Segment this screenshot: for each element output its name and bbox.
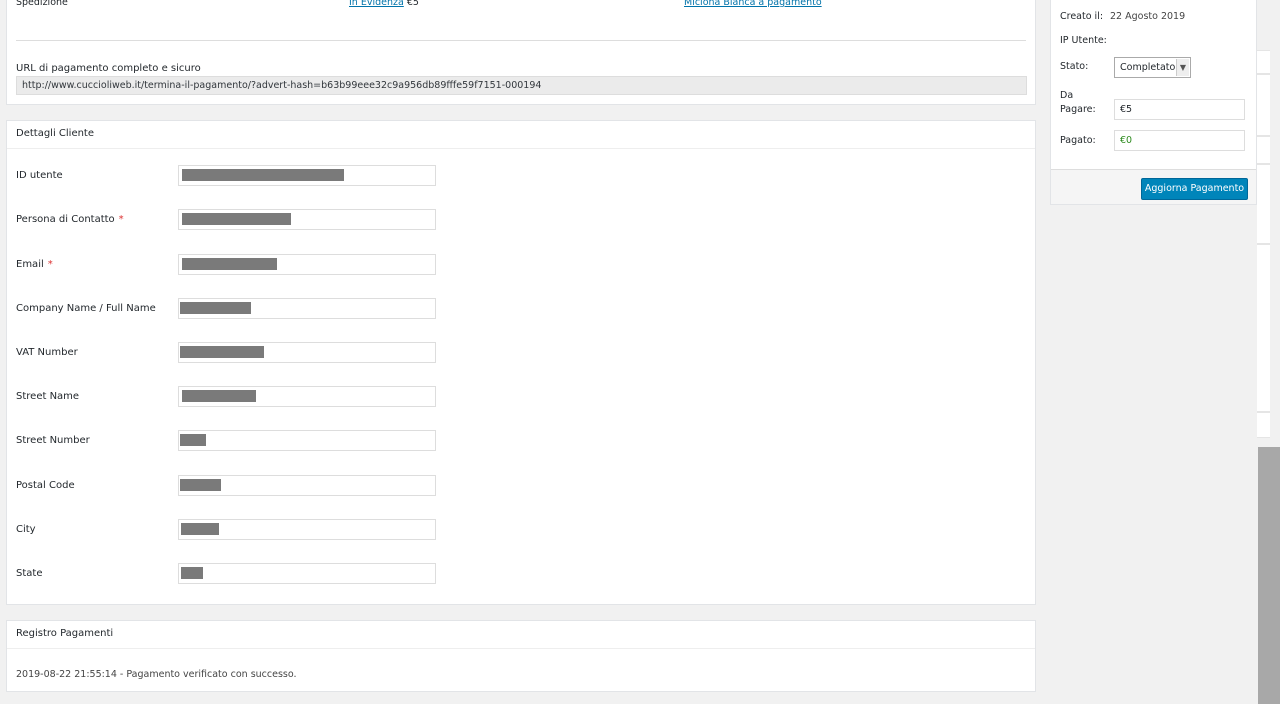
- redacted-value: [182, 169, 344, 181]
- required-mark: *: [118, 214, 124, 225]
- field-label: VAT Number: [16, 347, 78, 358]
- redacted-value: [181, 567, 203, 579]
- user-id-input[interactable]: [178, 165, 436, 186]
- ip-label: IP Utente:: [1060, 35, 1107, 46]
- redacted-value: [182, 390, 256, 402]
- redacted-value: [180, 302, 251, 314]
- field-row-vat-number: VAT Number: [16, 342, 446, 363]
- white-bone-option: Miciona Bianca a pagamento: [684, 0, 822, 8]
- payment-status-box: Creato il: 22 Agosto 2019 IP Utente: Sta…: [1050, 0, 1257, 205]
- field-label: Postal Code: [16, 480, 75, 491]
- advert-summary-box: Spedizione In Evidenza €5 Miciona Bianca…: [6, 0, 1036, 105]
- update-payment-button[interactable]: Aggiorna Pagamento: [1141, 178, 1248, 200]
- featured-link[interactable]: In Evidenza: [349, 0, 404, 8]
- field-label: State: [16, 568, 43, 579]
- field-label: Persona di Contatto *: [16, 214, 124, 225]
- vat-number-input[interactable]: [178, 342, 436, 363]
- field-row-contact-person: Persona di Contatto *: [16, 209, 446, 230]
- redacted-value: [180, 346, 264, 358]
- customer-details-box: Dettagli Cliente ID utente Persona di Co…: [6, 120, 1036, 605]
- redacted-value: [180, 479, 221, 491]
- field-row-street-name: Street Name: [16, 386, 446, 407]
- field-label: Company Name / Full Name: [16, 303, 156, 314]
- amount-paid-input[interactable]: €0: [1114, 130, 1245, 151]
- field-row-state: State: [16, 563, 446, 584]
- edge-table-cell: [1257, 50, 1270, 74]
- required-mark: *: [47, 259, 53, 270]
- field-label: Email *: [16, 259, 53, 270]
- state-input[interactable]: [178, 563, 436, 584]
- field-label: Street Name: [16, 391, 80, 402]
- amount-due-input[interactable]: €5: [1114, 99, 1245, 120]
- due-label-line2: Pagare:: [1060, 104, 1096, 115]
- field-row-postal-code: Postal Code: [16, 475, 446, 496]
- created-label: Creato il:: [1060, 11, 1104, 22]
- edge-table-cell: [1257, 244, 1270, 412]
- edge-table-cell: [1257, 136, 1270, 164]
- street-number-input[interactable]: [178, 430, 436, 451]
- field-label: Street Number: [16, 435, 90, 446]
- field-row-company-name: Company Name / Full Name: [16, 298, 446, 319]
- edge-table-cell: [1257, 74, 1270, 136]
- log-entry: 2019-08-22 21:55:14 - Pagamento verifica…: [16, 669, 297, 680]
- edge-table-cell: [1257, 412, 1270, 438]
- customer-details-title: Dettagli Cliente: [7, 121, 1035, 149]
- scrollbar-thumb[interactable]: [1258, 447, 1280, 704]
- field-row-street-number: Street Number: [16, 430, 446, 451]
- edge-table-cell: [1257, 164, 1270, 244]
- divider: [16, 40, 1026, 41]
- postal-code-input[interactable]: [178, 475, 436, 496]
- status-select[interactable]: Completato ▼: [1114, 57, 1191, 78]
- field-label: ID utente: [16, 170, 63, 181]
- city-input[interactable]: [178, 519, 436, 540]
- redacted-value: [182, 213, 291, 225]
- payment-log-box: Registro Pagamenti 2019-08-22 21:55:14 -…: [6, 620, 1036, 692]
- panel-footer: Aggiorna Pagamento: [1051, 169, 1256, 204]
- email-input[interactable]: [178, 254, 436, 275]
- shipping-label: Spedizione: [16, 0, 68, 8]
- redacted-value: [181, 523, 219, 535]
- field-row-email: Email *: [16, 254, 446, 275]
- chevron-down-icon: ▼: [1176, 59, 1189, 76]
- due-label-line1: Da: [1060, 90, 1074, 101]
- redacted-value: [180, 434, 206, 446]
- status-label: Stato:: [1060, 61, 1089, 72]
- payment-url-field[interactable]: http://www.cuccioliweb.it/termina-il-pag…: [16, 76, 1027, 95]
- white-bone-link[interactable]: Miciona Bianca a pagamento: [684, 0, 822, 8]
- payment-url-label: URL di pagamento completo e sicuro: [16, 63, 201, 74]
- featured-option: In Evidenza €5: [349, 0, 419, 8]
- status-selected-value: Completato: [1120, 62, 1176, 73]
- created-value: 22 Agosto 2019: [1110, 11, 1186, 22]
- field-label: City: [16, 524, 36, 535]
- redacted-value: [182, 258, 277, 270]
- payment-log-title: Registro Pagamenti: [7, 621, 1035, 649]
- street-name-input[interactable]: [178, 386, 436, 407]
- featured-price: €5: [406, 0, 419, 8]
- company-name-input[interactable]: [178, 298, 436, 319]
- field-row-user-id: ID utente: [16, 165, 446, 186]
- field-row-city: City: [16, 519, 446, 540]
- paid-label: Pagato:: [1060, 135, 1096, 146]
- contact-person-input[interactable]: [178, 209, 436, 230]
